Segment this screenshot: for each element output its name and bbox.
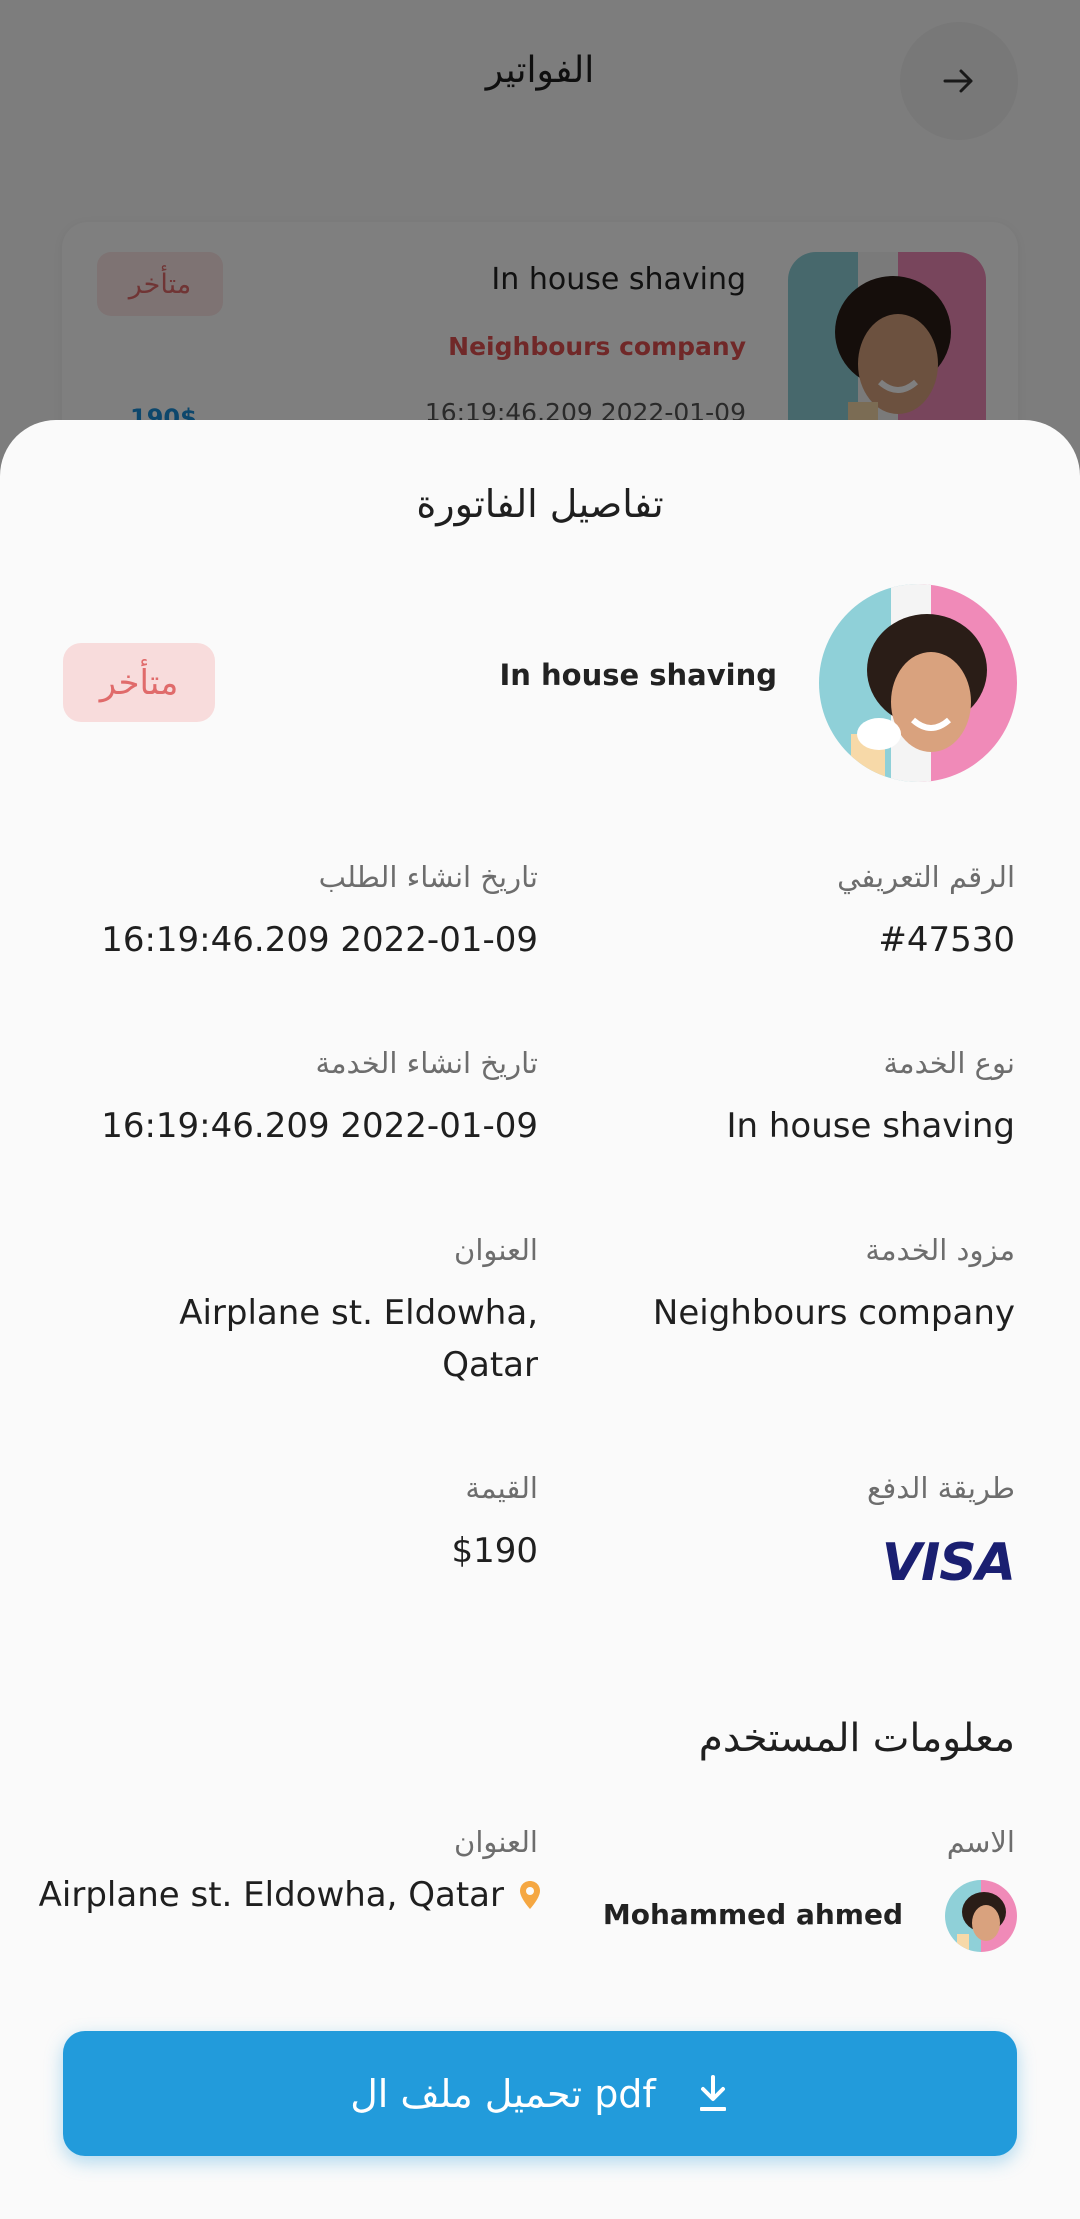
payment-field: طريقة الدفع VISA <box>595 1471 1016 1593</box>
user-address-row: Airplane st. Eldowha, Qatar <box>39 1875 542 1915</box>
user-info-title: معلومات المستخدم <box>698 1716 1015 1761</box>
invoice-details-sheet: تفاصيل الفاتورة In house shaving متأخر ا… <box>0 420 1080 2219</box>
download-icon <box>699 2074 726 2111</box>
request-date-label: تاريخ انشاء الطلب <box>318 860 538 894</box>
service-type-field: نوع الخدمة In house shaving <box>595 1046 1015 1152</box>
user-name: Mohammed ahmed <box>602 1898 903 1931</box>
id-value: #47530 <box>878 920 1015 960</box>
download-pdf-button[interactable]: تحميل ملف ال pdf <box>63 2031 1017 2156</box>
amount-field: القيمة $190 <box>58 1471 538 1577</box>
provider-field: مزود الخدمة Neighbours company <box>595 1233 1015 1339</box>
user-name-label: الاسم <box>946 1825 1015 1859</box>
amount-value: $190 <box>451 1531 538 1571</box>
service-name: In house shaving <box>499 658 778 692</box>
address-value: Airplane st. Eldowha, Qatar <box>179 1293 538 1385</box>
address-field: العنوان Airplane st. Eldowha, Qatar <box>98 1233 538 1391</box>
user-address-label-wrap: العنوان <box>58 1825 538 1879</box>
service-date-field: تاريخ انشاء الخدمة 16:19:46.209 2022-01-… <box>58 1046 538 1152</box>
download-pdf-label: تحميل ملف ال pdf <box>350 2071 656 2116</box>
service-date-value: 16:19:46.209 2022-01-09 <box>101 1106 538 1146</box>
visa-logo: VISA <box>881 1533 1016 1593</box>
user-name-label-wrap: الاسم <box>595 1825 1015 1879</box>
location-pin-icon <box>520 1881 540 1909</box>
user-address-value: Airplane st. Eldowha, Qatar <box>38 1875 504 1915</box>
id-label: الرقم التعريفي <box>837 860 1015 894</box>
sheet-title: تفاصيل الفاتورة <box>416 482 664 526</box>
provider-label: مزود الخدمة <box>865 1233 1015 1267</box>
user-avatar <box>945 1880 1017 1952</box>
service-avatar <box>819 584 1017 782</box>
id-field: الرقم التعريفي #47530 <box>595 860 1015 966</box>
request-date-value: 16:19:46.209 2022-01-09 <box>101 920 538 960</box>
status-badge: متأخر <box>63 643 215 722</box>
service-type-label: نوع الخدمة <box>883 1046 1016 1080</box>
address-label: العنوان <box>454 1233 538 1267</box>
service-type-value: In house shaving <box>726 1106 1015 1146</box>
user-address-label: العنوان <box>454 1825 538 1859</box>
request-date-field: تاريخ انشاء الطلب 16:19:46.209 2022-01-0… <box>58 860 538 966</box>
service-date-label: تاريخ انشاء الخدمة <box>315 1046 538 1080</box>
amount-label: القيمة <box>465 1471 538 1505</box>
provider-value: Neighbours company <box>652 1293 1015 1333</box>
payment-label: طريقة الدفع <box>866 1471 1015 1505</box>
